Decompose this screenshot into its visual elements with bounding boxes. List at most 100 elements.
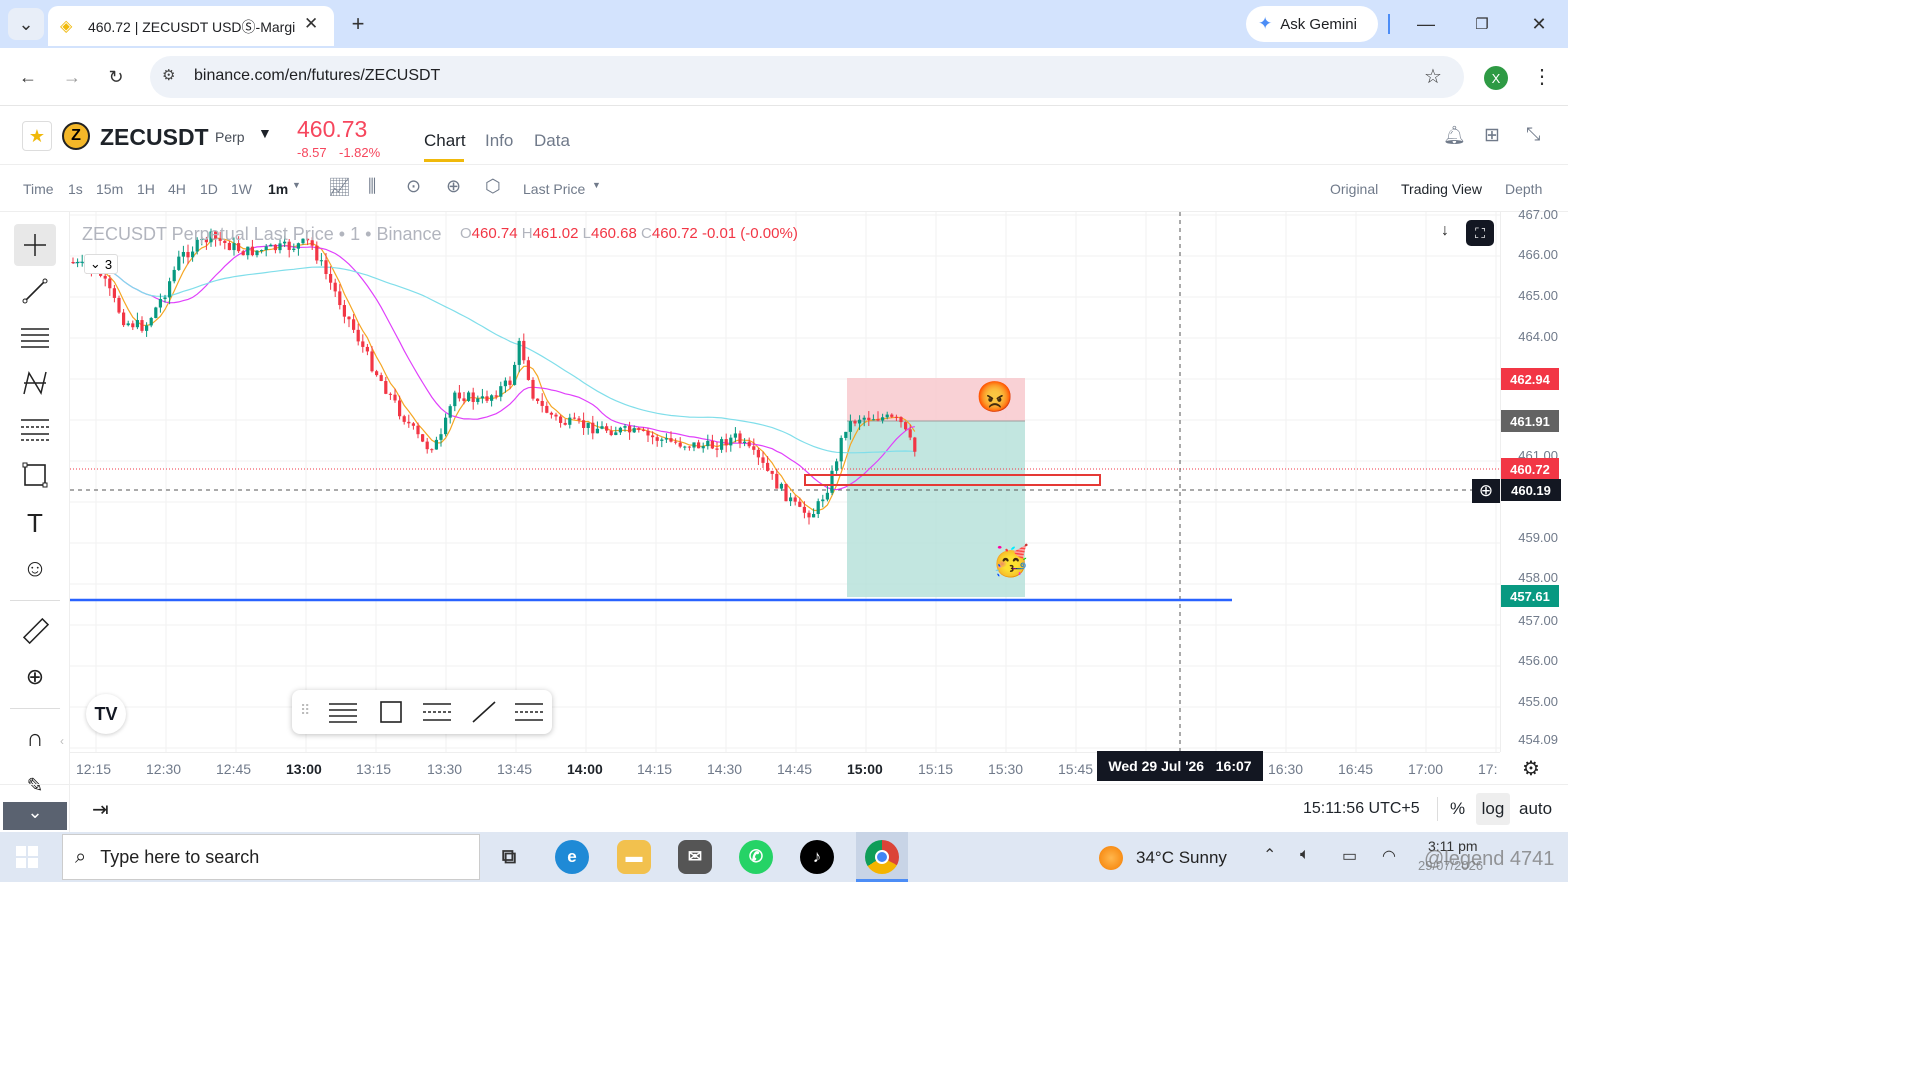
chrome-taskbar-active[interactable] <box>856 832 908 882</box>
date-range-icon[interactable]: ⇥ <box>92 797 109 822</box>
fullscreen-toggle-icon[interactable]: ⛶ <box>1466 220 1494 246</box>
float-trendline-icon[interactable] <box>470 699 498 730</box>
log-scale-toggle[interactable]: log <box>1476 793 1510 825</box>
add-indicator-icon[interactable]: ⊕ <box>446 176 461 197</box>
new-tab-plus-icon[interactable]: + <box>342 8 374 40</box>
drag-handle-icon[interactable]: ⠿ <box>300 702 310 719</box>
interval-1w[interactable]: 1W <box>231 181 252 197</box>
back-arrow-icon[interactable]: ← <box>12 61 44 93</box>
tab-search-chevron-icon[interactable]: ⌄ <box>8 8 44 40</box>
interval-1h[interactable]: 1H <box>137 181 155 197</box>
profile-avatar[interactable]: X <box>1484 66 1508 90</box>
tab-close-icon[interactable]: ✕ <box>304 14 318 34</box>
bookmark-star-icon[interactable]: ☆ <box>1424 64 1442 89</box>
task-view-icon[interactable]: ⧉ <box>492 840 526 874</box>
interval-15m[interactable]: 15m <box>96 181 123 197</box>
indicators-toggle[interactable]: ⌄ 3 <box>84 254 118 274</box>
chart-area[interactable]: ZECUSDT Perpetual Last Price • 1 • Binan… <box>70 212 1500 752</box>
windows-start-icon[interactable] <box>16 846 38 868</box>
view-depth[interactable]: Depth <box>1505 181 1542 197</box>
taskbar-search-box[interactable]: ⌕ Type here to search <box>62 834 480 880</box>
interval-1s[interactable]: 1s <box>68 181 83 197</box>
clock-text[interactable]: 15:11:56 UTC+5 <box>1303 800 1420 818</box>
volume-icon[interactable]: 🔈︎ <box>1300 846 1310 864</box>
browser-tab[interactable]: ◈ 460.72 | ZECUSDT USDⓈ-Margi ✕ <box>48 6 334 46</box>
browser-menu-icon[interactable]: ⋮ <box>1532 64 1552 89</box>
layout-grid-icon[interactable]: ⊞ <box>1484 124 1500 147</box>
time-axis-label: 17: <box>1478 761 1498 777</box>
auto-scale-toggle[interactable]: auto <box>1519 799 1552 819</box>
text-tool-icon[interactable]: T <box>14 502 56 544</box>
float-fib-icon[interactable] <box>422 700 452 729</box>
magnet-icon[interactable]: ∩ <box>14 718 56 760</box>
party-emoji-icon[interactable]: 🥳 <box>992 544 1029 580</box>
view-original[interactable]: Original <box>1330 181 1378 197</box>
scroll-to-latest-icon[interactable]: ↓ <box>1434 222 1456 244</box>
whatsapp-icon[interactable]: ✆ <box>739 840 773 874</box>
interval-dropdown-icon[interactable]: ▼ <box>292 180 301 190</box>
price-type-dropdown-icon[interactable]: ▼ <box>592 180 601 190</box>
reload-icon[interactable]: ↻ <box>100 61 132 93</box>
battery-icon[interactable]: ▭ <box>1342 846 1357 866</box>
float-hlines-icon[interactable] <box>328 700 358 729</box>
angry-emoji-icon[interactable]: 😡 <box>976 380 1013 416</box>
tab-chart[interactable]: Chart <box>424 131 466 151</box>
float-channel-icon[interactable] <box>514 700 544 729</box>
float-rectangle-icon[interactable] <box>378 699 404 730</box>
interval-4h[interactable]: 4H <box>168 181 186 197</box>
minimize-icon[interactable]: — <box>1410 8 1442 40</box>
tab-info[interactable]: Info <box>485 131 513 151</box>
contract-type: Perp <box>215 129 245 145</box>
restore-icon[interactable]: ❐ <box>1466 8 1498 40</box>
pattern-tool-icon[interactable] <box>14 362 56 404</box>
emoji-tool-icon[interactable]: ☺ <box>14 548 56 590</box>
zoom-in-icon[interactable]: ⊕ <box>14 656 56 698</box>
tiktok-icon[interactable]: ♪ <box>800 840 834 874</box>
collapse-panel-icon[interactable]: ‹ <box>60 734 64 748</box>
price-type-select[interactable]: Last Price <box>523 181 585 197</box>
horizontal-lines-tool-icon[interactable] <box>14 316 56 358</box>
price-change-pct: -1.82% <box>339 145 381 160</box>
edge-browser-icon[interactable]: e <box>555 840 589 874</box>
candle <box>430 449 434 451</box>
symbol-dropdown-icon[interactable]: ▼ <box>258 125 272 141</box>
rectangle-tool-icon[interactable] <box>14 454 56 496</box>
trend-line-tool-icon[interactable] <box>14 270 56 312</box>
time-axis[interactable]: 12:15 12:30 12:45 13:00 13:15 13:30 13:4… <box>70 751 1500 784</box>
tradingview-logo-icon[interactable]: TV <box>86 694 126 734</box>
settings-hex-icon[interactable]: ⬡ <box>485 176 501 197</box>
address-bar[interactable]: ⚙ binance.com/en/futures/ZECUSDT ☆ <box>150 56 1464 98</box>
ruler-tool-icon[interactable] <box>14 610 56 652</box>
interval-1m-active[interactable]: 1m <box>268 181 288 197</box>
close-window-icon[interactable]: ✕ <box>1523 8 1555 40</box>
fib-tool-icon[interactable] <box>14 408 56 450</box>
interval-1d[interactable]: 1D <box>200 181 218 197</box>
camera-icon[interactable]: ⊙ <box>406 176 421 197</box>
view-trading-view[interactable]: Trading View <box>1401 181 1482 197</box>
percent-scale-toggle[interactable]: % <box>1450 799 1465 819</box>
candle-type-icon[interactable]: ⫼ <box>368 176 376 197</box>
forward-arrow-icon[interactable]: → <box>56 61 88 93</box>
ask-gemini-button[interactable]: ✦ Ask Gemini <box>1246 6 1378 42</box>
crosshair-tool-icon[interactable] <box>14 224 56 266</box>
tray-chevron-icon[interactable]: ⌃ <box>1263 845 1276 865</box>
symbol-name[interactable]: ZECUSDT <box>100 124 209 151</box>
price-chart[interactable] <box>70 212 1500 752</box>
indicator-chart-icon[interactable]: 📈︎ <box>328 177 351 198</box>
candle <box>490 395 494 401</box>
chart-settings-gear-icon[interactable]: ⚙ <box>1522 756 1540 781</box>
file-explorer-icon[interactable]: ▬ <box>617 840 651 874</box>
stop-price-badge: 462.94 <box>1501 368 1559 390</box>
site-info-icon[interactable]: ⚙ <box>162 66 175 84</box>
wifi-icon[interactable]: ◠ <box>1382 846 1396 866</box>
tab-data[interactable]: Data <box>534 131 570 151</box>
bell-icon[interactable]: 🔔︎ <box>1443 125 1466 146</box>
candle <box>545 405 549 413</box>
weather-text[interactable]: 34°C Sunny <box>1136 848 1227 868</box>
favorite-star-icon[interactable]: ★ <box>22 121 52 151</box>
collapse-icon[interactable]: ⤡ <box>1526 124 1540 145</box>
mail-icon[interactable]: ✉ <box>678 840 712 874</box>
interval-time[interactable]: Time <box>23 181 54 197</box>
add-alert-plus-icon[interactable]: ⊕ <box>1472 479 1500 503</box>
candle <box>108 278 112 289</box>
